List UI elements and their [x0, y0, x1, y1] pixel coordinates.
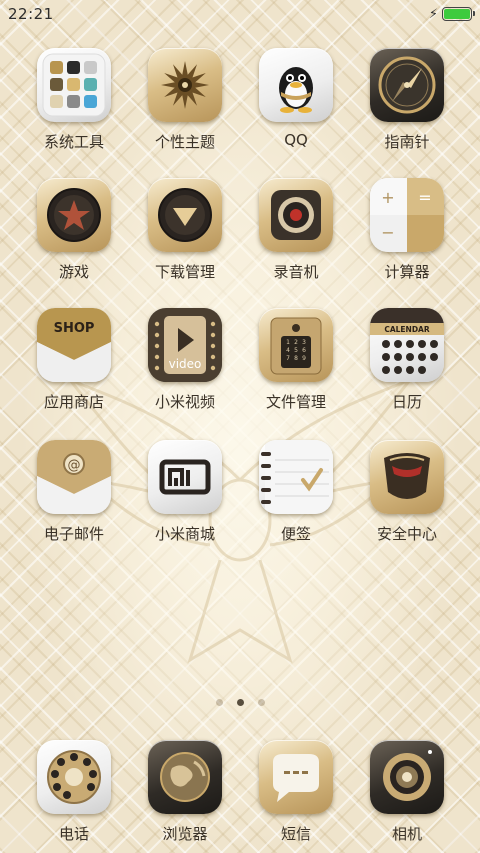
app-label: 个性主题 — [154, 133, 215, 151]
calculator-icon: + = − — [370, 178, 444, 252]
svg-text:8: 8 — [294, 355, 298, 362]
battery-level — [444, 9, 470, 19]
app-notes[interactable]: 便签 — [241, 440, 351, 544]
page-indicator — [0, 699, 480, 706]
app-label: 游戏 — [58, 263, 89, 281]
app-label: 安全中心 — [376, 525, 437, 543]
app-label: 计算器 — [384, 263, 430, 281]
svg-text:−: − — [381, 223, 394, 242]
app-label: 指南针 — [384, 133, 430, 151]
app-calendar[interactable]: CALENDAR 日历 — [352, 308, 462, 412]
calendar-icon: CALENDAR — [370, 308, 444, 382]
page-dot[interactable] — [257, 699, 265, 706]
app-label: 小米商城 — [154, 525, 215, 543]
app-games[interactable]: 游戏 — [19, 178, 129, 282]
svg-text:5: 5 — [294, 347, 298, 354]
app-label: QQ — [284, 131, 308, 149]
flower-theme-icon — [148, 48, 222, 122]
globe-icon — [148, 740, 222, 814]
svg-text:2: 2 — [294, 339, 298, 346]
mi-store-icon — [148, 440, 222, 514]
compass-icon — [370, 48, 444, 122]
app-store[interactable]: SHOP 应用商店 — [19, 308, 129, 412]
app-compass[interactable]: 指南针 — [352, 48, 462, 152]
download-icon — [148, 178, 222, 252]
shop-icon: SHOP — [37, 308, 111, 382]
app-email[interactable]: @ 电子邮件 — [19, 440, 129, 544]
shop-text: SHOP — [54, 321, 95, 336]
app-themes[interactable]: 个性主题 — [130, 48, 240, 152]
folder-grid-icon — [37, 48, 111, 122]
charging-icon: ⚡ — [428, 6, 438, 22]
star-game-icon — [37, 178, 111, 252]
svg-text:3: 3 — [302, 339, 306, 346]
app-label: 录音机 — [273, 263, 319, 281]
app-label: 应用商店 — [43, 393, 104, 411]
battery-icon — [442, 7, 475, 21]
app-label: 相机 — [391, 825, 422, 843]
app-label: 便签 — [280, 525, 311, 543]
calendar-text: CALENDAR — [384, 325, 430, 334]
svg-text:1: 1 — [286, 339, 290, 346]
dock-camera[interactable]: 相机 — [352, 740, 462, 844]
svg-text:6: 6 — [302, 347, 306, 354]
app-security[interactable]: 安全中心 — [352, 440, 462, 544]
clock: 22:21 — [8, 5, 54, 23]
camera-lens-icon — [370, 740, 444, 814]
svg-text:7: 7 — [286, 355, 290, 362]
app-label: 系统工具 — [43, 133, 104, 151]
mail-icon: @ — [37, 440, 111, 514]
app-qq[interactable]: QQ — [241, 48, 351, 149]
rotary-phone-icon — [37, 740, 111, 814]
penguin-icon — [259, 48, 333, 122]
app-downloads[interactable]: 下载管理 — [130, 178, 240, 282]
video-text: video — [169, 357, 202, 371]
status-bar: 22:21 ⚡ — [0, 0, 480, 28]
svg-text:@: @ — [68, 458, 81, 473]
dock-messages[interactable]: 短信 — [241, 740, 351, 844]
message-bubble-icon — [259, 740, 333, 814]
status-icons: ⚡ — [428, 6, 475, 22]
app-label: 短信 — [280, 825, 311, 843]
page-dot[interactable] — [215, 699, 223, 706]
app-label: 电话 — [58, 825, 89, 843]
app-recorder[interactable]: 录音机 — [241, 178, 351, 282]
page-dot-active[interactable] — [236, 699, 244, 706]
svg-text:=: = — [418, 188, 431, 207]
app-label: 小米视频 — [154, 393, 215, 411]
dock-phone[interactable]: 电话 — [19, 740, 129, 844]
app-label: 文件管理 — [265, 393, 326, 411]
app-calculator[interactable]: + = − 计算器 — [352, 178, 462, 282]
shield-helmet-icon — [370, 440, 444, 514]
video-icon: video — [148, 308, 222, 382]
svg-text:4: 4 — [286, 347, 290, 354]
svg-text:9: 9 — [302, 355, 306, 362]
notepad-icon — [259, 440, 333, 514]
app-files[interactable]: 123 456 789 文件管理 — [241, 308, 351, 412]
app-mi-video[interactable]: video 小米视频 — [130, 308, 240, 412]
dock-browser[interactable]: 浏览器 — [130, 740, 240, 844]
recorder-icon — [259, 178, 333, 252]
svg-text:+: + — [381, 188, 394, 207]
file-keypad-icon: 123 456 789 — [259, 308, 333, 382]
app-system-tools[interactable]: 系统工具 — [19, 48, 129, 152]
app-label: 日历 — [391, 393, 422, 411]
app-label: 下载管理 — [154, 263, 215, 281]
app-label: 电子邮件 — [43, 525, 104, 543]
app-mi-store[interactable]: 小米商城 — [130, 440, 240, 544]
app-label: 浏览器 — [162, 825, 208, 843]
